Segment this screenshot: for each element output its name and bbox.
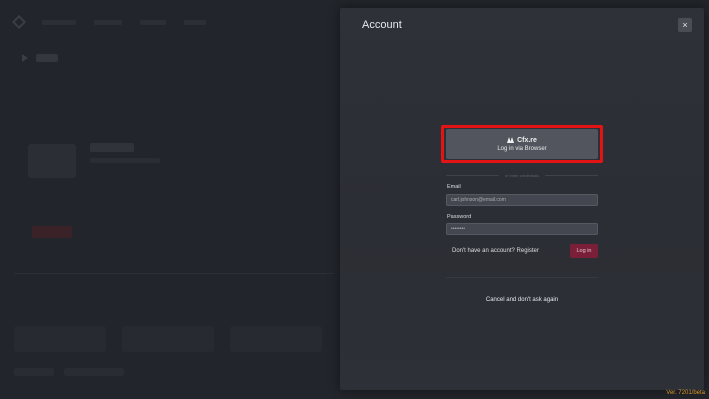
credentials-divider: or enter credentials xyxy=(446,171,598,179)
title-placeholder xyxy=(36,54,58,62)
background-tile xyxy=(122,326,214,352)
login-via-browser-button[interactable]: Cfx.re Log in via Browser xyxy=(446,129,598,159)
nav-item xyxy=(94,19,122,25)
password-field[interactable]: •••••••• xyxy=(446,223,598,235)
brand-text: Cfx.re xyxy=(517,136,537,144)
login-button[interactable]: Log in xyxy=(570,244,598,258)
background-footer xyxy=(14,368,334,378)
app-logo-icon xyxy=(11,14,27,30)
divider-line xyxy=(446,174,499,176)
dialog-title: Account xyxy=(362,19,402,31)
version-label: Ver. 7201/beta xyxy=(666,390,705,396)
email-field[interactable]: carl.johnson@email.com xyxy=(446,194,598,206)
divider-line xyxy=(545,174,598,176)
background-row xyxy=(14,262,334,274)
footer-placeholder xyxy=(64,368,124,376)
server-title-placeholder xyxy=(90,143,134,152)
close-icon: × xyxy=(682,19,688,30)
email-label: Email xyxy=(447,184,461,190)
cfx-brand: Cfx.re xyxy=(507,137,537,144)
account-dialog: Account × Cfx.re Log in via Browser or e… xyxy=(340,8,704,390)
background-tile xyxy=(230,326,322,352)
nav-item xyxy=(140,19,166,25)
close-button[interactable]: × xyxy=(678,18,692,32)
separator xyxy=(446,277,598,278)
nav-item xyxy=(184,19,206,25)
nav-item xyxy=(42,19,76,25)
background-button xyxy=(32,226,72,238)
register-link[interactable]: Don't have an account? Register xyxy=(452,248,539,254)
cancel-link[interactable]: Cancel and don't ask again xyxy=(446,297,598,303)
background-page-title xyxy=(22,54,58,62)
password-label: Password xyxy=(447,214,472,220)
server-thumbnail xyxy=(28,144,76,178)
server-description-placeholder xyxy=(90,158,160,163)
footer-placeholder xyxy=(14,368,54,376)
divider-text: or enter credentials xyxy=(504,172,540,178)
play-icon xyxy=(22,54,28,62)
background-tile xyxy=(14,326,106,352)
login-via-browser-label: Log in via Browser xyxy=(497,145,547,152)
cfx-logo-icon xyxy=(507,137,515,143)
background-tiles xyxy=(14,322,334,356)
